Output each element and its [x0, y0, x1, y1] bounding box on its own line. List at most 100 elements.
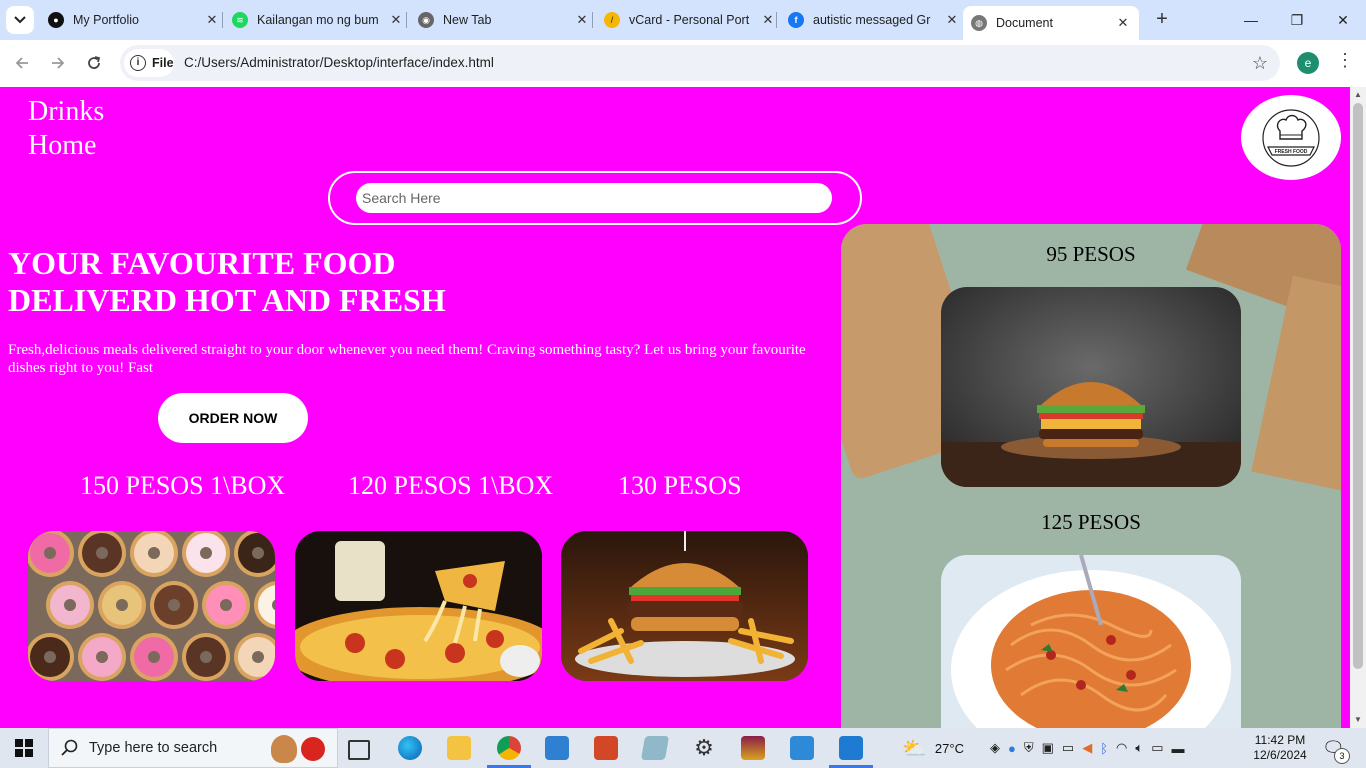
fresh-food-logo: FRESH FOOD — [1241, 95, 1341, 180]
product-price-burger-fries: 130 PESOS — [618, 471, 742, 500]
weather-widget[interactable]: ⛅ 27°C — [902, 728, 964, 768]
windows-taskbar: Type here to search ⚙ ⛅ 27°C ◈ ● ⛨ ▣ ▭ ◀… — [0, 728, 1366, 768]
spotify-icon: ≋ — [232, 12, 248, 28]
wifi-icon[interactable]: ◠ — [1116, 740, 1127, 756]
edge-icon[interactable] — [398, 736, 422, 760]
winrar-icon[interactable] — [741, 736, 765, 760]
close-tab-icon[interactable]: ✕ — [574, 12, 590, 28]
restore-button[interactable]: ❐ — [1274, 0, 1320, 40]
forward-button[interactable] — [45, 50, 71, 76]
tab-title: autistic messaged Gr — [813, 13, 931, 27]
tab-title: New Tab — [443, 13, 492, 27]
back-arrow-icon — [15, 57, 28, 69]
battery-icon[interactable]: ▭ — [1151, 740, 1163, 756]
close-tab-icon[interactable]: ✕ — [1115, 15, 1131, 31]
tab-facebook[interactable]: f autistic messaged Gr ✕ — [780, 0, 960, 40]
bluetooth-icon[interactable]: ᛒ — [1100, 741, 1108, 756]
pizza-photo — [295, 531, 542, 681]
globe-icon: ◍ — [971, 15, 987, 31]
burger-fries-image[interactable] — [561, 531, 808, 681]
notification-center-button[interactable]: 🗨︎ 3 — [1322, 728, 1350, 768]
tab-my-portfolio[interactable]: ● My Portfolio ✕ — [40, 0, 220, 40]
keyboard-icon[interactable]: ▬ — [1171, 741, 1184, 756]
start-button[interactable] — [0, 728, 48, 768]
profile-avatar[interactable]: e — [1297, 52, 1319, 74]
close-window-button[interactable]: ✕ — [1320, 0, 1366, 40]
site-chip-label: File — [152, 56, 174, 70]
tab-vcard[interactable]: / vCard - Personal Port ✕ — [596, 0, 776, 40]
site-nav: Drinks Home — [28, 95, 104, 163]
site-info-chip[interactable]: i File — [124, 49, 174, 77]
page-scrollbar[interactable]: ▲ ▼ — [1350, 87, 1366, 728]
notification-count-badge: 3 — [1334, 748, 1350, 764]
url-text[interactable]: C:/Users/Administrator/Desktop/interface… — [184, 55, 494, 70]
chrome-icon[interactable] — [497, 736, 521, 760]
windows-logo-icon — [15, 739, 33, 757]
tab-new-tab[interactable]: ◉ New Tab ✕ — [410, 0, 590, 40]
minimize-button[interactable]: — — [1228, 0, 1274, 40]
volume-icon[interactable]: ◀ — [1082, 740, 1092, 756]
hero-title-line-2: DELIVERD HOT AND FRESH — [8, 282, 446, 318]
speaker-icon[interactable]: 🔈︎ — [1135, 740, 1143, 756]
chrome-icon: ◉ — [418, 12, 434, 28]
tab-title: vCard - Personal Port — [629, 13, 750, 27]
close-tab-icon[interactable]: ✕ — [944, 12, 960, 28]
scroll-up-icon[interactable]: ▲ — [1354, 90, 1362, 99]
file-explorer-icon[interactable] — [447, 736, 471, 760]
reload-icon — [88, 56, 101, 69]
close-tab-icon[interactable]: ✕ — [760, 12, 776, 28]
close-tab-icon[interactable]: ✕ — [388, 12, 404, 28]
back-button[interactable] — [9, 50, 35, 76]
spaghetti-photo — [941, 555, 1241, 728]
burger-image[interactable] — [941, 287, 1241, 487]
notepad-icon[interactable] — [640, 736, 670, 760]
tray-app-icon[interactable]: ◈ — [990, 740, 1000, 756]
tab-document[interactable]: ◍ Document ✕ — [963, 6, 1139, 40]
search-input[interactable] — [356, 183, 832, 213]
tab-title: Kailangan mo ng bum — [257, 13, 379, 27]
settings-gear-icon[interactable]: ⚙ — [692, 736, 716, 760]
tab-separator — [406, 12, 407, 28]
taskbar-search-placeholder: Type here to search — [89, 740, 218, 756]
scroll-down-icon[interactable]: ▼ — [1354, 715, 1362, 724]
browser-menu-icon[interactable]: ⋮ — [1336, 50, 1354, 71]
spaghetti-image[interactable] — [941, 555, 1241, 728]
tab-separator — [592, 12, 593, 28]
security-shield-icon[interactable]: ⛨ — [1024, 740, 1034, 756]
product-price-donuts: 150 PESOS 1\BOX — [80, 471, 286, 500]
address-bar[interactable]: i File C:/Users/Administrator/Desktop/in… — [120, 45, 1280, 81]
clock[interactable]: 11:42 PM 12/6/2024 — [1253, 728, 1307, 768]
donuts-image[interactable] — [28, 531, 275, 681]
tray-app-icon-blue[interactable]: ● — [1008, 741, 1016, 756]
github-icon: ● — [48, 12, 64, 28]
photos-icon[interactable] — [790, 736, 814, 760]
new-tab-button[interactable]: + — [1150, 8, 1174, 32]
vscode-icon[interactable] — [839, 736, 863, 760]
display-icon[interactable]: ▭ — [1062, 740, 1074, 756]
close-tab-icon[interactable]: ✕ — [204, 12, 220, 28]
reload-button[interactable] — [81, 50, 107, 76]
system-tray-icons: ◈ ● ⛨ ▣ ▭ ◀ ᛒ ◠ 🔈︎ ▭ ▬ — [990, 728, 1184, 768]
pizza-image[interactable] — [295, 531, 542, 681]
hero-description: Fresh,delicious meals delivered straight… — [8, 342, 806, 376]
microsoft-store-icon[interactable] — [545, 736, 569, 760]
powerpoint-icon[interactable] — [594, 736, 618, 760]
task-view-icon[interactable] — [348, 740, 370, 760]
meet-icon[interactable]: ▣ — [1042, 740, 1054, 756]
nav-link-home[interactable]: Home — [28, 129, 104, 163]
search-container — [328, 171, 862, 225]
order-now-button[interactable]: ORDER NOW — [158, 393, 308, 443]
tab-separator — [222, 12, 223, 28]
tab-search-button[interactable] — [6, 6, 34, 34]
chef-hat-logo-icon: FRESH FOOD — [1262, 108, 1320, 167]
facebook-icon: f — [788, 12, 804, 28]
ornament-icon — [301, 737, 325, 761]
tab-spotify[interactable]: ≋ Kailangan mo ng bum ✕ — [224, 0, 404, 40]
side-price-burger: 95 PESOS — [1046, 242, 1136, 266]
tab-title: My Portfolio — [73, 13, 139, 27]
nav-link-drinks[interactable]: Drinks — [28, 95, 104, 129]
featured-items-panel: 95 PESOS 125 PESOS — [841, 224, 1341, 728]
bookmark-star-icon[interactable]: ☆ — [1252, 53, 1268, 74]
taskbar-search-box[interactable]: Type here to search — [48, 728, 338, 768]
scrollbar-thumb[interactable] — [1353, 103, 1363, 669]
